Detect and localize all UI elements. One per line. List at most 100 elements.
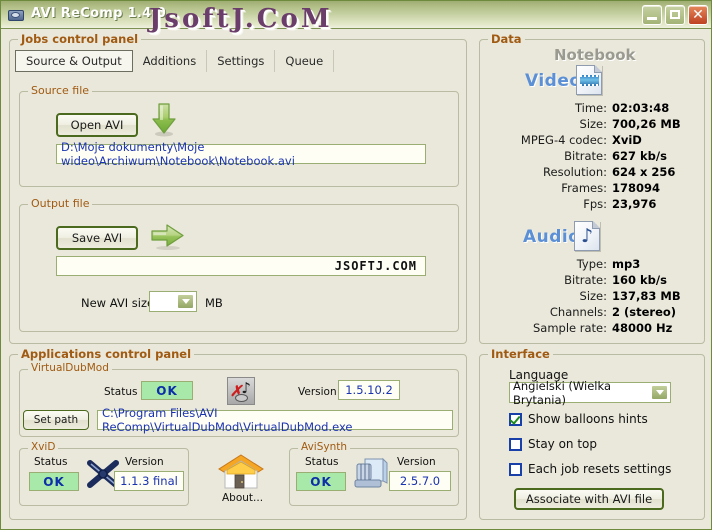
virtualdubmod-status-label: Status bbox=[104, 386, 138, 398]
tab-label: Additions bbox=[142, 54, 197, 68]
avisynth-icon bbox=[353, 456, 389, 488]
virtualdubmod-version-value: 1.5.10.2 bbox=[338, 380, 400, 400]
chevron-down-icon[interactable] bbox=[177, 294, 194, 309]
new-avi-size-unit: MB bbox=[205, 296, 223, 310]
video-row-value: 700,26 MB bbox=[612, 117, 681, 131]
checkbox-box[interactable] bbox=[509, 437, 522, 451]
checkbox-label: Show balloons hints bbox=[528, 412, 648, 426]
source-file-group: Source file bbox=[19, 84, 459, 187]
video-row-value: 627 kb/s bbox=[612, 149, 667, 163]
xvid-legend: XviD bbox=[28, 441, 59, 453]
tab-label: Queue bbox=[285, 54, 324, 68]
output-path-field[interactable]: JSOFTJ.COM bbox=[56, 256, 426, 276]
source-path-value: D:\Moje dokumenty\Moje wideo\Archiwum\No… bbox=[61, 140, 295, 168]
audio-row-value: mp3 bbox=[612, 257, 641, 271]
avisynth-legend: AviSynth bbox=[298, 441, 351, 453]
checkbox-label: Each job resets settings bbox=[528, 462, 672, 476]
source-path-field[interactable]: D:\Moje dokumenty\Moje wideo\Archiwum\No… bbox=[56, 140, 426, 168]
chevron-down-icon[interactable] bbox=[651, 385, 668, 400]
app-film-icon bbox=[8, 7, 24, 22]
video-row-value: 23,976 bbox=[612, 197, 657, 211]
save-avi-label: Save AVI bbox=[71, 231, 123, 245]
audio-row-value: 160 kb/s bbox=[612, 273, 667, 287]
tab-strip: Source & Output Additions Settings Queue bbox=[15, 50, 461, 72]
open-avi-label: Open AVI bbox=[70, 118, 124, 132]
tab-queue[interactable]: Queue bbox=[275, 50, 335, 72]
language-value: Angielski (Wielka Brytania) bbox=[513, 378, 611, 407]
jobs-control-panel-legend: Jobs control panel bbox=[18, 32, 142, 46]
audio-row-label: Type: bbox=[576, 257, 607, 271]
audio-row-label: Bitrate: bbox=[564, 273, 607, 287]
checkbox-box[interactable] bbox=[509, 462, 522, 476]
video-row-label: Bitrate: bbox=[564, 149, 607, 163]
checkbox-show-balloons-hints[interactable]: Show balloons hints bbox=[509, 412, 648, 426]
audio-row-value: 48000 Hz bbox=[612, 321, 673, 335]
checkbox-stay-on-top[interactable]: Stay on top bbox=[509, 437, 597, 451]
output-path-value: JSOFTJ.COM bbox=[334, 259, 417, 273]
virtualdubmod-path-field[interactable]: C:\Program Files\AVI ReComp\VirtualDubMo… bbox=[97, 406, 453, 434]
xvid-status-label: Status bbox=[34, 456, 68, 468]
audio-row-label: Size: bbox=[579, 289, 607, 303]
tab-additions[interactable]: Additions bbox=[133, 50, 208, 72]
checkbox-box[interactable] bbox=[509, 412, 522, 426]
associate-with-avi-file-button[interactable]: Associate with AVI file bbox=[514, 488, 664, 510]
set-path-button[interactable]: Set path bbox=[23, 410, 89, 430]
maximize-button[interactable] bbox=[665, 5, 685, 25]
about-label[interactable]: About... bbox=[222, 492, 263, 504]
data-panel-legend: Data bbox=[488, 32, 525, 46]
video-file-icon bbox=[576, 65, 602, 95]
xvid-version-value: 1.1.3 final bbox=[114, 471, 184, 491]
video-row-label: Fps: bbox=[583, 197, 607, 211]
avisynth-version-value: 2.5.7.0 bbox=[389, 471, 451, 491]
open-avi-button[interactable]: Open AVI bbox=[56, 113, 138, 137]
minimize-button[interactable] bbox=[642, 5, 662, 25]
virtualdubmod-version-label: Version bbox=[298, 386, 337, 398]
output-file-legend: Output file bbox=[28, 197, 93, 210]
tab-label: Source & Output bbox=[26, 54, 122, 68]
set-path-label: Set path bbox=[33, 414, 79, 426]
virtualdubmod-legend: VirtualDubMod bbox=[28, 362, 112, 374]
avi-recomp-window: AVI ReComp 1.4.0 ✕ JsoftJ.CoM Jobs contr… bbox=[0, 0, 712, 530]
virtualdubmod-icon: ✗ ♪ bbox=[227, 377, 255, 405]
interface-panel-legend: Interface bbox=[488, 347, 553, 361]
audio-file-icon: ♪ bbox=[574, 221, 600, 251]
audio-heading: Audio bbox=[523, 227, 581, 247]
tab-settings[interactable]: Settings bbox=[207, 50, 276, 72]
house-icon[interactable] bbox=[217, 453, 264, 489]
title-bar: AVI ReComp 1.4.0 ✕ bbox=[1, 1, 711, 29]
video-row-label: MPEG-4 codec: bbox=[520, 133, 607, 147]
tab-label: Settings bbox=[217, 54, 265, 68]
arrow-right-icon bbox=[151, 223, 185, 250]
associate-button-label: Associate with AVI file bbox=[525, 492, 653, 506]
video-row-value: XviD bbox=[612, 133, 642, 147]
audio-row-value: 137,83 MB bbox=[612, 289, 681, 303]
audio-row-value: 2 (stereo) bbox=[612, 305, 677, 319]
checkbox-label: Stay on top bbox=[528, 437, 598, 451]
video-row-label: Size: bbox=[579, 117, 607, 131]
applications-control-panel-legend: Applications control panel bbox=[18, 347, 195, 361]
checkbox-each-job-resets-settings[interactable]: Each job resets settings bbox=[509, 462, 671, 476]
source-file-legend: Source file bbox=[28, 84, 93, 97]
xvid-version-label: Version bbox=[125, 456, 164, 468]
tab-source-output[interactable]: Source & Output bbox=[15, 50, 133, 72]
arrow-down-icon bbox=[151, 103, 177, 137]
xvid-status-value: OK bbox=[29, 472, 79, 491]
language-select[interactable]: Angielski (Wielka Brytania) bbox=[509, 379, 671, 407]
virtualdubmod-path-value: C:\Program Files\AVI ReComp\VirtualDubMo… bbox=[102, 406, 353, 434]
avisynth-status-value: OK bbox=[296, 472, 346, 491]
window-title: AVI ReComp 1.4.0 bbox=[31, 6, 167, 21]
video-row-value: 178094 bbox=[612, 181, 661, 195]
new-avi-size-combo[interactable] bbox=[149, 291, 197, 312]
save-avi-button[interactable]: Save AVI bbox=[56, 226, 138, 250]
video-row-label: Frames: bbox=[561, 181, 607, 195]
avisynth-status-label: Status bbox=[305, 456, 339, 468]
video-heading: Video bbox=[525, 71, 582, 91]
audio-row-label: Sample rate: bbox=[532, 321, 607, 335]
video-row-label: Time: bbox=[574, 101, 607, 115]
close-button[interactable]: ✕ bbox=[688, 5, 708, 25]
video-row-label: Resolution: bbox=[543, 165, 607, 179]
avisynth-version-label: Version bbox=[397, 456, 436, 468]
video-row-value: 624 x 256 bbox=[612, 165, 676, 179]
virtualdubmod-status-value: OK bbox=[141, 381, 193, 400]
video-row-value: 02:03:48 bbox=[612, 101, 670, 115]
